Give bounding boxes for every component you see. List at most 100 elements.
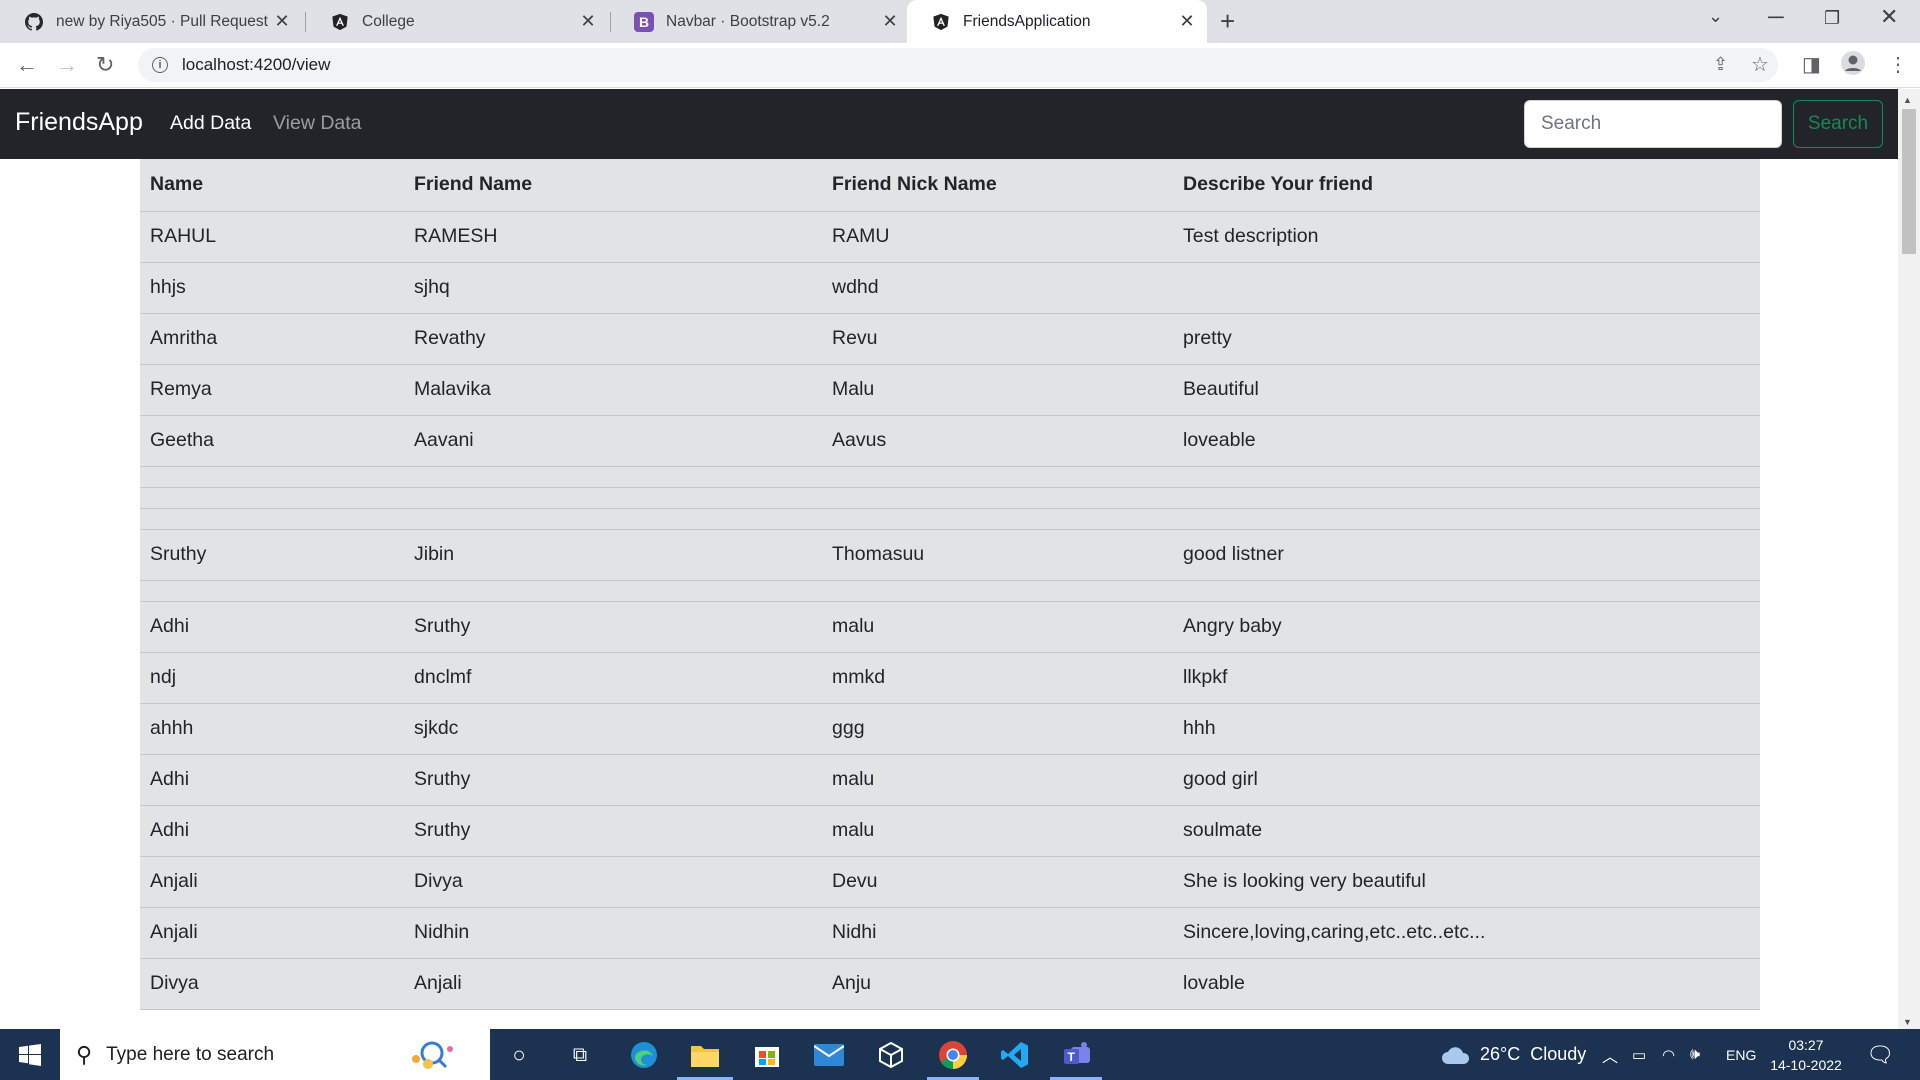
microsoft-store-icon[interactable] bbox=[750, 1038, 784, 1072]
side-panel-icon[interactable]: ◨ bbox=[1802, 52, 1821, 77]
chrome-icon[interactable] bbox=[936, 1038, 970, 1072]
table-cell: Malu bbox=[822, 364, 1173, 416]
browser-tab-github[interactable]: new by Riya505 · Pull Request #5 ✕ bbox=[0, 0, 302, 43]
table-cell: wdhd bbox=[822, 262, 1173, 314]
table-cell bbox=[1173, 466, 1760, 488]
wifi-icon[interactable]: ◠ bbox=[1662, 1029, 1675, 1080]
reload-icon[interactable]: ↻ bbox=[96, 52, 114, 78]
table-cell: hhjs bbox=[140, 262, 404, 314]
new-tab-icon[interactable]: + bbox=[1220, 6, 1235, 37]
nav-link-view-data[interactable]: View Data bbox=[273, 112, 362, 135]
weather-widget[interactable]: 26°C Cloudy bbox=[1440, 1029, 1586, 1080]
restore-icon[interactable]: ❐ bbox=[1824, 8, 1840, 29]
table-cell: Angry baby bbox=[1173, 601, 1760, 653]
system-clock[interactable]: 03:27 14-10-2022 bbox=[1766, 1029, 1846, 1080]
table-row: Remya Malavika Malu Beautiful bbox=[140, 364, 1760, 416]
scrollbar-thumb[interactable] bbox=[1902, 109, 1916, 254]
page-scrollbar[interactable]: ▲ ▼ bbox=[1898, 89, 1920, 1029]
search-icon: ⚲ bbox=[76, 1041, 93, 1067]
volume-icon[interactable]: 🕪 bbox=[1690, 1029, 1700, 1080]
browser-tab-bootstrap[interactable]: B Navbar · Bootstrap v5.2 ✕ bbox=[610, 0, 910, 43]
table-cell: soulmate bbox=[1173, 805, 1760, 857]
table-row: Adhi Sruthy malu soulmate bbox=[140, 805, 1760, 857]
tab-search-chevron-icon[interactable]: ⌄ bbox=[1708, 6, 1723, 27]
table-cell: Sruthy bbox=[404, 754, 822, 806]
search-input[interactable] bbox=[1524, 100, 1782, 148]
nav-link-add-data[interactable]: Add Data bbox=[170, 112, 251, 135]
table-cell: Anjali bbox=[404, 958, 822, 1010]
taskbar-search-box[interactable]: ⚲ Type here to search bbox=[60, 1029, 490, 1080]
table-row: Anjali Divya Devu She is looking very beaut… bbox=[140, 856, 1760, 908]
close-tab-icon[interactable]: ✕ bbox=[270, 11, 294, 32]
table-cell: Revathy bbox=[404, 313, 822, 365]
navbar-brand[interactable]: FriendsApp bbox=[15, 108, 143, 137]
angular-icon bbox=[330, 12, 350, 32]
table-cell bbox=[822, 466, 1173, 488]
table-cell: Aavani bbox=[404, 415, 822, 467]
table-cell: Sruthy bbox=[404, 805, 822, 857]
windows-start-icon[interactable] bbox=[13, 1038, 47, 1072]
scroll-down-arrow-icon[interactable]: ▼ bbox=[1903, 1017, 1912, 1027]
table-cell: mmkd bbox=[822, 652, 1173, 704]
file-explorer-icon[interactable] bbox=[688, 1038, 722, 1072]
teams-icon[interactable]: T bbox=[1060, 1038, 1094, 1072]
dev-tool-cube-icon[interactable] bbox=[874, 1038, 908, 1072]
table-cell: malu bbox=[822, 805, 1173, 857]
angular-icon bbox=[931, 12, 951, 32]
table-cell: ndj bbox=[140, 652, 404, 704]
profile-avatar-icon[interactable] bbox=[1840, 50, 1866, 82]
edge-icon[interactable] bbox=[627, 1038, 661, 1072]
close-tab-icon[interactable]: ✕ bbox=[576, 11, 600, 32]
share-icon[interactable]: ⇪ bbox=[1713, 54, 1728, 75]
table-cell: Divya bbox=[140, 958, 404, 1010]
table-cell bbox=[1173, 580, 1760, 602]
battery-icon[interactable]: ▭ bbox=[1632, 1029, 1646, 1080]
table-cell: Jibin bbox=[404, 529, 822, 581]
url-text: localhost:4200/view bbox=[182, 55, 331, 74]
tab-title: new by Riya505 · Pull Request #5 bbox=[56, 12, 270, 30]
table-row: hhjs sjhq wdhd bbox=[140, 262, 1760, 314]
site-info-icon[interactable]: i bbox=[152, 57, 168, 73]
cortana-icon[interactable]: ○ bbox=[502, 1038, 536, 1072]
browser-tab-friendsapplication[interactable]: FriendsApplication ✕ bbox=[907, 0, 1207, 43]
notification-icon[interactable]: 🗨 bbox=[1866, 1029, 1894, 1080]
show-hidden-icons-chevron-icon[interactable]: ︿ bbox=[1602, 1029, 1618, 1080]
table-cell bbox=[404, 466, 822, 488]
cloud-icon bbox=[1442, 1046, 1470, 1064]
table-cell: Devu bbox=[822, 856, 1173, 908]
github-icon bbox=[24, 12, 44, 32]
table-cell: RAMU bbox=[822, 211, 1173, 263]
language-indicator[interactable]: ENG bbox=[1726, 1029, 1756, 1080]
table-cell bbox=[140, 580, 404, 602]
table-row: Amritha Revathy Revu pretty bbox=[140, 313, 1760, 365]
table-cell: llkpkf bbox=[1173, 652, 1760, 704]
table-cell: pretty bbox=[1173, 313, 1760, 365]
scroll-up-arrow-icon[interactable]: ▲ bbox=[1903, 95, 1912, 105]
bookmark-star-icon[interactable]: ☆ bbox=[1751, 52, 1769, 77]
table-cell: Adhi bbox=[140, 754, 404, 806]
table-cell: Malavika bbox=[404, 364, 822, 416]
search-button[interactable]: Search bbox=[1793, 100, 1883, 148]
taskbar-search-text: Type here to search bbox=[106, 1043, 275, 1065]
table-cell: Divya bbox=[404, 856, 822, 908]
table-cell: Remya bbox=[140, 364, 404, 416]
weather-text: 26°C Cloudy bbox=[1480, 1044, 1587, 1064]
close-tab-icon[interactable]: ✕ bbox=[878, 11, 902, 32]
browser-menu-icon[interactable]: ⋮ bbox=[1888, 52, 1908, 77]
table-cell: Test description bbox=[1173, 211, 1760, 263]
table-row: RAHUL RAMESH RAMU Test description bbox=[140, 211, 1760, 263]
minimize-icon[interactable]: ─ bbox=[1768, 4, 1784, 30]
mail-icon[interactable] bbox=[812, 1038, 846, 1072]
omnibox[interactable]: i localhost:4200/view bbox=[138, 48, 1778, 82]
close-window-icon[interactable]: ✕ bbox=[1880, 4, 1898, 30]
task-view-icon[interactable]: ⧉ bbox=[563, 1038, 597, 1072]
forward-arrow-icon[interactable]: → bbox=[56, 52, 78, 78]
vscode-icon[interactable] bbox=[998, 1038, 1032, 1072]
back-arrow-icon[interactable]: ← bbox=[16, 52, 38, 78]
table-cell: Revu bbox=[822, 313, 1173, 365]
browser-tab-college[interactable]: College ✕ bbox=[306, 0, 608, 43]
table-cell: Anjali bbox=[140, 907, 404, 959]
windows-taskbar: ⚲ Type here to search ○ ⧉ T 26°C Cloudy … bbox=[0, 1029, 1920, 1080]
table-row: Anjali Nidhin Nidhi Sincere,loving,caring,e… bbox=[140, 907, 1760, 959]
close-tab-icon[interactable]: ✕ bbox=[1175, 11, 1199, 32]
